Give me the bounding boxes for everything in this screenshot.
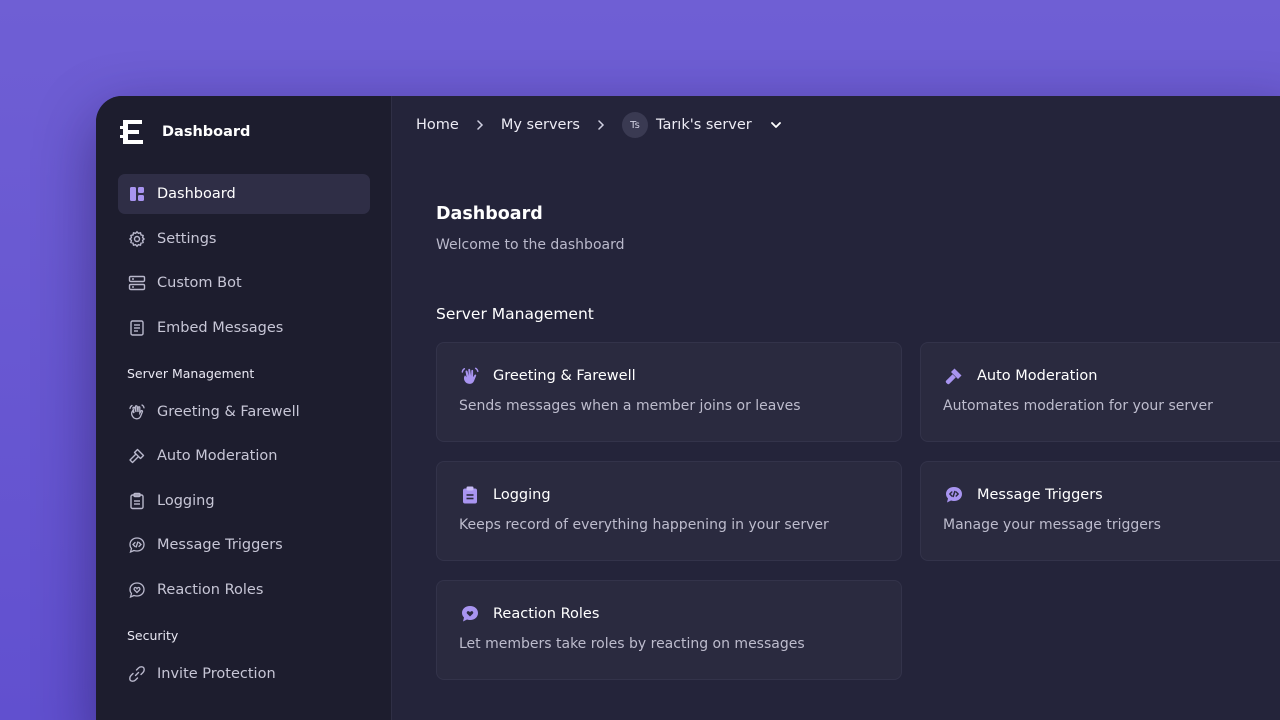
card-description: Automates moderation for your server	[943, 398, 1213, 414]
card-title: Auto Moderation	[977, 368, 1098, 384]
sidebar-item-dashboard[interactable]: Dashboard	[118, 174, 370, 214]
sidebar-item-label: Dashboard	[157, 186, 236, 202]
server-icon	[128, 274, 146, 292]
sidebar-item-label: Logging	[157, 492, 215, 509]
card-description: Keeps record of everything happening in …	[459, 517, 829, 533]
dashboard-icon	[128, 185, 146, 203]
card-description: Sends messages when a member joins or le…	[459, 398, 801, 414]
chevron-right-icon	[594, 118, 608, 132]
sidebar-item-auto-moderation[interactable]: Auto Moderation	[118, 436, 370, 476]
breadcrumb-my-servers[interactable]: My servers	[501, 117, 580, 133]
server-avatar: Ts	[621, 112, 648, 138]
waving-hand-icon	[459, 365, 481, 387]
sidebar-item-label: Auto Moderation	[157, 448, 278, 464]
app-window: Dashboard Dashboard Settings Custom Bot	[96, 96, 1280, 720]
page-subtitle: Welcome to the dashboard	[436, 237, 625, 253]
breadcrumb: Home My servers Ts Tarık's server	[416, 112, 784, 138]
link-icon	[128, 665, 146, 683]
waving-hand-icon	[128, 403, 146, 421]
sidebar: Dashboard Dashboard Settings Custom Bot	[96, 96, 392, 720]
brand[interactable]: Dashboard	[120, 118, 250, 146]
sidebar-item-message-triggers[interactable]: Message Triggers	[118, 525, 370, 565]
heart-bubble-icon	[459, 603, 481, 625]
sidebar-item-label: Message Triggers	[157, 537, 283, 553]
section-label-server-management: Server Management	[127, 366, 255, 381]
card-message-triggers[interactable]: Message Triggers Manage your message tri…	[920, 461, 1280, 561]
gear-icon	[128, 230, 146, 248]
card-title: Logging	[493, 487, 551, 503]
sidebar-item-label: Reaction Roles	[157, 581, 264, 598]
section-title-server-management: Server Management	[436, 305, 594, 323]
card-description: Let members take roles by reacting on me…	[459, 636, 805, 652]
section-label-security: Security	[127, 628, 179, 643]
sidebar-item-embed-messages[interactable]: Embed Messages	[118, 308, 370, 348]
heart-bubble-icon	[128, 581, 146, 599]
sidebar-item-reaction-roles[interactable]: Reaction Roles	[118, 570, 370, 610]
sidebar-item-settings[interactable]: Settings	[118, 219, 370, 259]
card-title: Message Triggers	[977, 487, 1103, 503]
sidebar-item-label: Invite Protection	[157, 665, 276, 682]
card-reaction-roles[interactable]: Reaction Roles Let members take roles by…	[436, 580, 902, 680]
card-auto-moderation[interactable]: Auto Moderation Automates moderation for…	[920, 342, 1280, 442]
sidebar-item-label: Greeting & Farewell	[157, 403, 300, 420]
card-title: Reaction Roles	[493, 606, 600, 622]
card-greeting-farewell[interactable]: Greeting & Farewell Sends messages when …	[436, 342, 902, 442]
card-description: Manage your message triggers	[943, 517, 1161, 533]
card-logging[interactable]: Logging Keeps record of everything happe…	[436, 461, 902, 561]
sidebar-item-label: Settings	[157, 230, 217, 247]
sidebar-item-label: Custom Bot	[157, 275, 242, 291]
chevron-down-icon[interactable]	[768, 117, 784, 133]
logo-icon	[120, 120, 143, 144]
brand-title: Dashboard	[162, 124, 251, 140]
sidebar-nav: Dashboard Settings Custom Bot Embed Mess…	[118, 174, 370, 698]
sidebar-item-invite-protection[interactable]: Invite Protection	[118, 654, 370, 694]
code-bubble-icon	[128, 536, 146, 554]
gavel-icon	[943, 365, 965, 387]
gavel-icon	[128, 447, 146, 465]
sidebar-item-label: Embed Messages	[157, 319, 284, 336]
code-bubble-icon	[943, 484, 965, 506]
sidebar-item-greeting-farewell[interactable]: Greeting & Farewell	[118, 392, 370, 432]
main-content: Home My servers Ts Tarık's server Dashbo…	[392, 96, 1280, 720]
chevron-right-icon	[473, 118, 487, 132]
sidebar-item-custom-bot[interactable]: Custom Bot	[118, 263, 370, 303]
sidebar-item-logging[interactable]: Logging	[118, 481, 370, 521]
clipboard-icon	[128, 492, 146, 510]
document-icon	[128, 319, 146, 337]
card-title: Greeting & Farewell	[493, 368, 636, 384]
clipboard-icon	[459, 484, 481, 506]
page-title: Dashboard	[436, 204, 543, 224]
breadcrumb-home[interactable]: Home	[416, 117, 459, 133]
breadcrumb-server-name[interactable]: Tarık's server	[656, 117, 752, 133]
